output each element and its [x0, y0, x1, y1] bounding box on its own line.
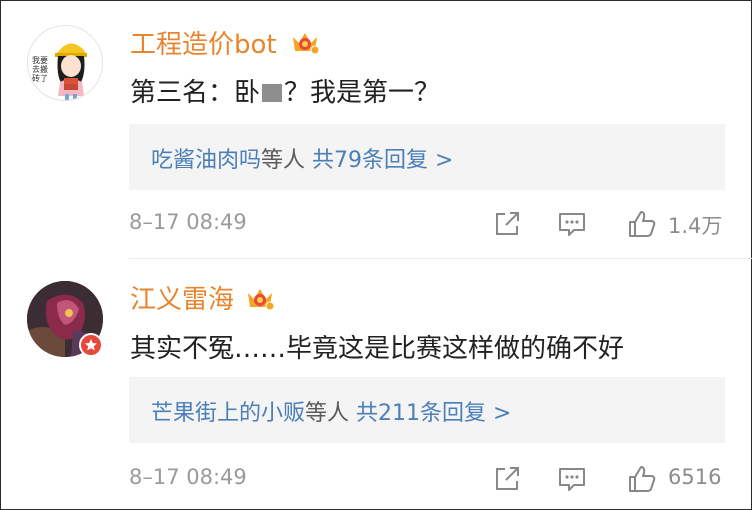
redaction-block — [262, 84, 283, 102]
replies-others-label: 等人 — [261, 148, 306, 173]
replies-box[interactable]: 吃酱油肉吗等人 共79条回复 > — [129, 124, 725, 190]
verified-badge-icon — [79, 333, 103, 357]
like-count: 1.4万 — [668, 214, 723, 238]
username[interactable]: 工程造价bot — [130, 24, 277, 61]
replies-others-label: 等人 — [305, 401, 350, 426]
username[interactable]: 江义雷海 — [130, 279, 234, 316]
comment-text: 第三名：卧 ？我是第一？ — [130, 72, 440, 109]
like-count: 6516 — [668, 465, 722, 489]
comment-item: 江义雷海 其实不冤……毕竟这是比赛这样做的确不好 芒果街上的小贩等人 共211条… — [0, 258, 750, 510]
share-icon[interactable] — [491, 208, 523, 240]
comment-icon[interactable] — [556, 463, 588, 495]
timestamp: 8–17 08:49 — [129, 210, 247, 234]
comment-text: 其实不冤……毕竟这是比赛这样做的确不好 — [130, 334, 625, 364]
comment-text-part: 第三名：卧 — [130, 78, 261, 108]
avatar[interactable]: 我要去搬砖了 — [27, 25, 103, 101]
reply-user-link[interactable]: 芒果街上的小贩 — [151, 401, 305, 426]
comment-item: 我要去搬砖了 工程造价bot 第三名：卧 ？我是第一？ 吃酱油肉吗等人 共79条回… — [0, 0, 750, 258]
comment-meta: 8–17 08:49 1.4万 — [129, 208, 750, 240]
avatar-handwriting: 我要去搬砖了 — [32, 56, 48, 83]
crown-badge-icon — [248, 289, 275, 311]
view-replies-link[interactable]: 共79条回复 > — [312, 148, 453, 173]
replies-box[interactable]: 芒果街上的小贩等人 共211条回复 > — [129, 377, 725, 443]
timestamp: 8–17 08:49 — [129, 465, 247, 489]
share-icon[interactable] — [491, 463, 523, 495]
view-replies-link[interactable]: 共211条回复 > — [356, 401, 511, 426]
comment-icon[interactable] — [556, 208, 588, 240]
like-icon[interactable] — [626, 463, 658, 495]
comment-meta: 8–17 08:49 6516 — [129, 463, 750, 495]
comment-text-part: ？我是第一？ — [284, 78, 441, 108]
reply-user-link[interactable]: 吃酱油肉吗 — [151, 148, 261, 173]
like-icon[interactable] — [626, 208, 658, 240]
crown-badge-icon — [293, 33, 320, 55]
